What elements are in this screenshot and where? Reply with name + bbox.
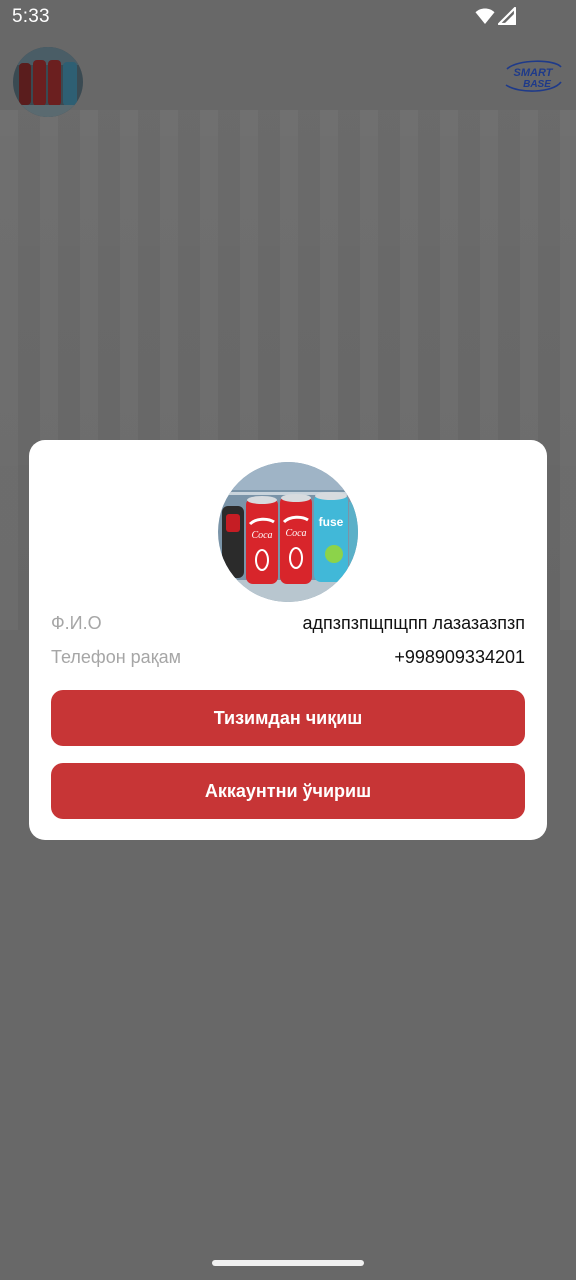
svg-text:Coca: Coca: [285, 528, 306, 539]
phone-row: Телефон рақам +998909334201: [51, 647, 525, 673]
phone-label: Телефон рақам: [51, 647, 181, 667]
profile-photo-icon: Coca Coca fuse: [218, 462, 358, 602]
status-bar: 5:33: [0, 0, 576, 34]
phone-value: +998909334201: [394, 647, 525, 667]
signal-icon: [498, 7, 516, 25]
status-time: 5:33: [12, 6, 50, 27]
wifi-icon: [475, 8, 495, 24]
svg-text:fuse: fuse: [319, 515, 344, 529]
header-avatar[interactable]: [13, 47, 83, 117]
delete-account-button[interactable]: Аккаунтни ўчириш: [51, 763, 525, 819]
logout-button[interactable]: Тизимдан чиқиш: [51, 690, 525, 746]
full-name-value: адпзпзпщпщпп лазазазпзп: [302, 613, 525, 633]
profile-dialog: Coca Coca fuse Ф.И.О адпзпзпщпщпп лазаза…: [29, 440, 547, 840]
status-icons: [475, 7, 516, 25]
app-screen: 5:33 SMART BASE Coca Coca fuse Ф.И.О адп…: [0, 0, 576, 1280]
profile-avatar: Coca Coca fuse: [218, 462, 358, 602]
svg-text:Coca: Coca: [251, 530, 272, 541]
smart-base-logo: SMART BASE: [505, 60, 562, 92]
home-indicator[interactable]: [212, 1260, 364, 1266]
full-name-label: Ф.И.О: [51, 613, 102, 633]
svg-text:SMART: SMART: [514, 67, 554, 79]
full-name-row: Ф.И.О адпзпзпщпщпп лазазазпзп: [51, 613, 525, 639]
profile-photo-icon: [13, 47, 83, 117]
svg-text:BASE: BASE: [523, 79, 551, 90]
